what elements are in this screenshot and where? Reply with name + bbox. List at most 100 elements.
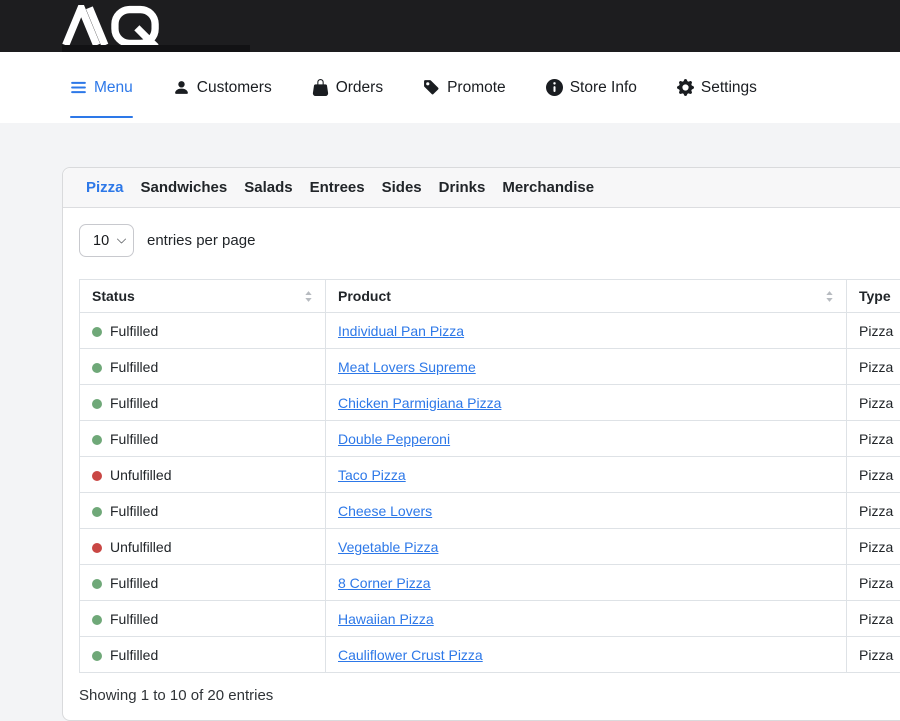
status-cell: Fulfilled bbox=[80, 385, 326, 421]
product-link[interactable]: Cheese Lovers bbox=[338, 503, 432, 519]
nav-item-settings[interactable]: Settings bbox=[677, 52, 757, 123]
table-body: FulfilledIndividual Pan PizzaPizzaFulfil… bbox=[80, 313, 900, 673]
type-cell: Pizza bbox=[847, 637, 900, 673]
type-cell: Pizza bbox=[847, 385, 900, 421]
status-label: Fulfilled bbox=[110, 323, 158, 339]
status-dot-icon bbox=[92, 399, 102, 409]
status-label: Fulfilled bbox=[110, 395, 158, 411]
table-row: FulfilledCheese LoversPizza bbox=[80, 493, 900, 529]
nav-item-orders[interactable]: Orders bbox=[312, 52, 383, 123]
product-cell: Cheese Lovers bbox=[326, 493, 847, 529]
gear-icon bbox=[677, 79, 694, 96]
status-dot-icon bbox=[92, 543, 102, 553]
status-dot-icon bbox=[92, 579, 102, 589]
category-tabs: Pizza Sandwiches Salads Entrees Sides Drinks M… bbox=[63, 168, 900, 208]
status-cell: Fulfilled bbox=[80, 349, 326, 385]
active-nav-underline bbox=[70, 116, 133, 118]
status-label: Fulfilled bbox=[110, 503, 158, 519]
nav-item-promote[interactable]: Promote bbox=[423, 52, 506, 123]
status-cell: Fulfilled bbox=[80, 637, 326, 673]
product-cell: 8 Corner Pizza bbox=[326, 565, 847, 601]
status-label: Fulfilled bbox=[110, 647, 158, 663]
product-link[interactable]: Chicken Parmigiana Pizza bbox=[338, 395, 501, 411]
product-cell: Hawaiian Pizza bbox=[326, 601, 847, 637]
tag-icon bbox=[423, 79, 440, 96]
nav-item-store-info[interactable]: Store Info bbox=[546, 52, 637, 123]
table-row: Fulfilled8 Corner PizzaPizza bbox=[80, 565, 900, 601]
status-dot-icon bbox=[92, 327, 102, 337]
table-head: StatusProductType bbox=[80, 280, 900, 313]
product-link[interactable]: Hawaiian Pizza bbox=[338, 611, 434, 627]
status-cell: Unfulfilled bbox=[80, 529, 326, 565]
menu-icon bbox=[70, 79, 87, 96]
tab-merchandise[interactable]: Merchandise bbox=[502, 179, 594, 196]
brand-logo[interactable] bbox=[62, 5, 164, 47]
type-cell: Pizza bbox=[847, 457, 900, 493]
tab-pizza[interactable]: Pizza bbox=[86, 179, 124, 196]
status-label: Unfulfilled bbox=[110, 539, 171, 555]
product-link[interactable]: Individual Pan Pizza bbox=[338, 323, 464, 339]
status-cell: Fulfilled bbox=[80, 313, 326, 349]
main-nav: Menu Customers Orders Promote Store Info Sett… bbox=[0, 52, 900, 123]
nav-item-customers[interactable]: Customers bbox=[173, 52, 272, 123]
nav-item-label: Promote bbox=[447, 79, 506, 97]
product-cell: Taco Pizza bbox=[326, 457, 847, 493]
product-link[interactable]: Vegetable Pizza bbox=[338, 539, 438, 555]
nav-item-label: Customers bbox=[197, 79, 272, 97]
product-link[interactable]: 8 Corner Pizza bbox=[338, 575, 431, 591]
table-row: FulfilledMeat Lovers SupremePizza bbox=[80, 349, 900, 385]
nav-item-label: Settings bbox=[701, 79, 757, 97]
tab-entrees[interactable]: Entrees bbox=[310, 179, 365, 196]
type-cell: Pizza bbox=[847, 601, 900, 637]
table-row: Unfulfilled Taco Pizza Pizza bbox=[80, 457, 900, 493]
tab-salads[interactable]: Salads bbox=[244, 179, 292, 196]
sort-icon[interactable] bbox=[825, 290, 834, 303]
status-label: Fulfilled bbox=[110, 575, 158, 591]
status-label: Unfulfilled bbox=[110, 467, 171, 483]
table-info: Showing 1 to 10 of 20 entries bbox=[79, 687, 900, 704]
product-link[interactable]: Cauliflower Crust Pizza bbox=[338, 647, 483, 663]
status-cell: Fulfilled bbox=[80, 565, 326, 601]
entries-per-page-select[interactable]: 10 bbox=[79, 224, 134, 257]
type-cell: Pizza bbox=[847, 313, 900, 349]
page-size-select-wrap: 10 bbox=[79, 224, 134, 257]
entries-per-page-label: entries per page bbox=[147, 232, 255, 249]
nav-item-label: Orders bbox=[336, 79, 383, 97]
page-content: Pizza Sandwiches Salads Entrees Sides Drinks M… bbox=[0, 123, 900, 721]
sort-icon[interactable] bbox=[304, 290, 313, 303]
product-link[interactable]: Meat Lovers Supreme bbox=[338, 359, 476, 375]
tab-sides[interactable]: Sides bbox=[382, 179, 422, 196]
person-icon bbox=[173, 79, 190, 96]
product-link[interactable]: Taco Pizza bbox=[338, 467, 406, 483]
product-link[interactable]: Double Pepperoni bbox=[338, 431, 450, 447]
tab-drinks[interactable]: Drinks bbox=[439, 179, 486, 196]
table-row: Fulfilled Hawaiian Pizza Pizza bbox=[80, 601, 900, 637]
product-cell: Meat Lovers Supreme bbox=[326, 349, 847, 385]
table-row: FulfilledDouble PepperoniPizza bbox=[80, 421, 900, 457]
status-dot-icon bbox=[92, 471, 102, 481]
type-cell: Pizza bbox=[847, 529, 900, 565]
page-size-row: 10 entries per page bbox=[79, 224, 900, 257]
status-cell: Fulfilled bbox=[80, 421, 326, 457]
table-header-row: StatusProductType bbox=[80, 280, 900, 313]
table-row: Fulfilled Cauliflower Crust Pizza Pizza bbox=[80, 637, 900, 673]
status-dot-icon bbox=[92, 363, 102, 373]
product-cell: Chicken Parmigiana Pizza bbox=[326, 385, 847, 421]
card-body: 10 entries per page StatusProductType Fu… bbox=[63, 208, 900, 720]
status-dot-icon bbox=[92, 615, 102, 625]
products-table: StatusProductType Fulfilled Individual Pa… bbox=[79, 279, 900, 673]
status-label: Fulfilled bbox=[110, 431, 158, 447]
nav-item-label: Menu bbox=[94, 79, 133, 97]
column-header-status[interactable]: Status bbox=[80, 280, 326, 313]
table-row: Unfulfilled Vegetable Pizza Pizza bbox=[80, 529, 900, 565]
status-cell: Unfulfilled bbox=[80, 457, 326, 493]
status-dot-icon bbox=[92, 651, 102, 661]
tab-sandwiches[interactable]: Sandwiches bbox=[141, 179, 228, 196]
column-header-product[interactable]: Product bbox=[326, 280, 847, 313]
product-cell: Cauliflower Crust Pizza bbox=[326, 637, 847, 673]
nav-item-menu[interactable]: Menu bbox=[70, 52, 133, 123]
menu-card: Pizza Sandwiches Salads Entrees Sides Drinks M… bbox=[62, 167, 900, 721]
nav-item-label: Store Info bbox=[570, 79, 637, 97]
status-cell: Fulfilled bbox=[80, 601, 326, 637]
status-dot-icon bbox=[92, 507, 102, 517]
